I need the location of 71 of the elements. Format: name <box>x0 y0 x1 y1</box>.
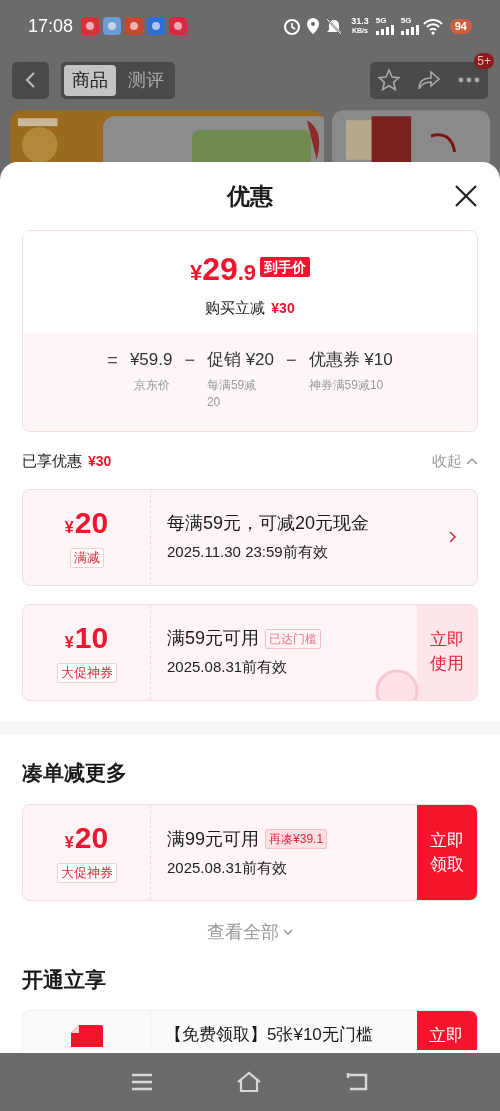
coupon-amount: ¥10 <box>64 621 109 656</box>
collapse-toggle[interactable]: 收起 <box>432 450 478 473</box>
enjoyed-value: ¥30 <box>88 452 112 471</box>
alarm-icon <box>283 17 302 35</box>
mute-icon <box>325 17 344 35</box>
action-button[interactable]: 立即使用 <box>417 604 477 700</box>
close-icon <box>454 184 478 208</box>
coupon-title: 满99元可用 <box>167 827 260 851</box>
coupon-validity: 2025.08.31前有效 <box>167 857 289 878</box>
battery-level: 94 <box>449 18 472 34</box>
star-icon[interactable] <box>378 69 401 91</box>
coupon-type-label: 满减 <box>69 547 104 568</box>
back-icon[interactable] <box>344 1072 369 1092</box>
formula-value: 促销 ¥20 <box>206 349 275 371</box>
home-icon[interactable] <box>236 1071 262 1093</box>
menu-icon[interactable] <box>131 1073 154 1091</box>
coupon-tag: 已达门槛 <box>265 628 322 649</box>
formula-value: ¥59.9 <box>129 349 173 371</box>
coupon-amount: ¥20 <box>64 506 109 541</box>
coupon-validity: 2025.08.31前有效 <box>167 657 289 678</box>
offer-title: 【免费领取】5张¥10无门槛 <box>165 1024 373 1044</box>
section-heading: 开通立享 <box>21 967 107 993</box>
section-label: 已享优惠 <box>22 451 82 471</box>
formula-value: 优惠券 ¥10 <box>308 349 393 371</box>
action-button[interactable]: 立即领取 <box>417 805 477 900</box>
coupon-title: 每满59元，可减20元现金 <box>167 512 370 536</box>
app-notification-icon <box>169 17 188 35</box>
network-type: 5G <box>375 17 388 25</box>
coupon-type-label: 大促神券 <box>56 863 117 883</box>
app-notification-icon <box>125 17 144 35</box>
coupon-amount: ¥20 <box>64 822 109 856</box>
price-tag: 到手价 <box>260 257 311 277</box>
coupon-title: 满59元可用 <box>167 627 260 651</box>
saving-label: 购买立减 <box>205 298 266 318</box>
operator-sign: − <box>286 349 297 372</box>
operator-sign: = <box>107 349 118 372</box>
chevron-left-icon <box>25 71 36 89</box>
share-icon[interactable] <box>417 69 441 91</box>
coupon-tag: 再凑¥39.1 <box>265 829 328 850</box>
signal-icon <box>375 25 394 35</box>
formula-caption: 神券满59减10 <box>308 377 385 394</box>
chevron-up-icon <box>466 456 478 466</box>
action-button[interactable]: 立即 <box>417 1010 477 1050</box>
app-notification-icon <box>81 17 100 35</box>
document-icon <box>70 1024 103 1047</box>
chevron-down-icon <box>283 929 293 936</box>
app-notification-icon <box>103 17 122 35</box>
formula-caption: 京东价 <box>132 377 171 394</box>
close-button[interactable] <box>454 184 478 208</box>
app-notification-icon <box>147 17 166 35</box>
tab[interactable]: 测评 <box>120 64 172 96</box>
location-icon <box>305 17 322 35</box>
notification-badge: 5+ <box>474 52 494 69</box>
network-speed: 31.3 <box>351 17 369 26</box>
clock-time: 17:08 <box>28 14 74 38</box>
signal-icon <box>400 25 419 35</box>
view-all-link[interactable]: 查看全部 <box>207 919 293 946</box>
section-heading: 凑单减更多 <box>21 759 128 786</box>
wifi-icon <box>422 17 443 35</box>
coupon-validity: 2025.11.30 23:59前有效 <box>167 542 329 563</box>
formula-caption: 每满59减20 <box>206 377 258 411</box>
more-icon[interactable] <box>457 77 480 83</box>
sheet-title: 优惠 <box>227 181 273 211</box>
final-price: ¥29.9 <box>189 255 257 289</box>
back-button[interactable] <box>12 61 49 99</box>
chevron-right-icon[interactable] <box>449 531 457 543</box>
operator-sign: − <box>184 349 195 372</box>
saving-value: ¥30 <box>271 299 295 318</box>
coupon-type-label: 大促神券 <box>56 662 117 683</box>
network-type: 5G <box>400 17 413 25</box>
tab[interactable]: 商品 <box>64 64 116 96</box>
